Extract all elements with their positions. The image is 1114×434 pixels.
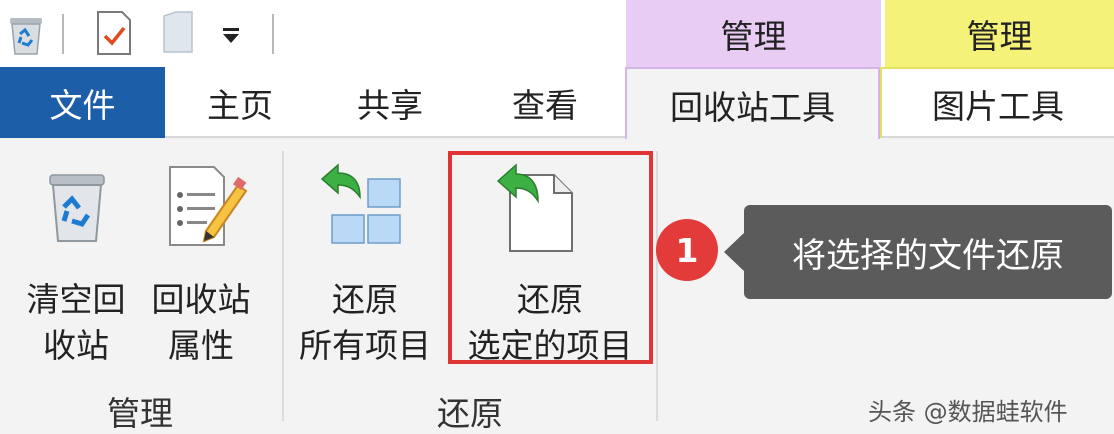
empty-recycle-bin-label: 清空回 收站	[26, 280, 126, 365]
highlight-box	[448, 151, 653, 364]
qat-separator	[272, 14, 274, 54]
tab-recycle-bin-tools[interactable]: 回收站工具	[625, 67, 880, 140]
group-separator	[656, 151, 658, 421]
restore-all-items-label: 还原 所有项目	[299, 280, 431, 365]
properties-check-icon[interactable]	[96, 10, 132, 56]
picture-tools-header: 管理	[885, 0, 1114, 67]
empty-recycle-bin-button[interactable]: 清空回 收站	[14, 159, 138, 379]
restore-all-icon	[320, 163, 401, 244]
recycle-bin-tools-header: 管理	[626, 0, 881, 67]
restore-all-items-button[interactable]: 还原 所有项目	[290, 159, 440, 379]
tab-share[interactable]: 共享	[315, 67, 465, 138]
tab-picture-tools[interactable]: 图片工具	[880, 67, 1114, 138]
recycle-bin-properties-button[interactable]: 回收站 属性	[142, 159, 260, 379]
group-label-restore: 还原	[437, 394, 503, 433]
qat-separator	[62, 14, 64, 54]
callout-tooltip: 将选择的文件还原	[744, 205, 1112, 299]
recycle-bin-icon	[49, 174, 105, 242]
recycle-bin-icon[interactable]	[6, 10, 46, 56]
title-bar: 管理 管理	[0, 0, 1114, 67]
recycle-bin-properties-label: 回收站 属性	[151, 280, 251, 365]
tab-view[interactable]: 查看	[465, 67, 625, 138]
ribbon-tabs: 文件 主页 共享 查看 回收站工具 图片工具	[0, 67, 1114, 140]
group-separator	[282, 151, 284, 421]
chevron-down-icon[interactable]	[220, 28, 242, 44]
callout-arrow	[724, 232, 745, 272]
new-folder-icon[interactable]	[162, 10, 196, 56]
tab-file[interactable]: 文件	[0, 67, 165, 138]
step-badge: 1	[656, 219, 718, 281]
properties-pencil-icon	[169, 166, 248, 246]
group-label-manage: 管理	[107, 394, 173, 433]
tab-home[interactable]: 主页	[165, 67, 315, 138]
watermark: 头条 @数据蛙软件	[868, 398, 1068, 426]
